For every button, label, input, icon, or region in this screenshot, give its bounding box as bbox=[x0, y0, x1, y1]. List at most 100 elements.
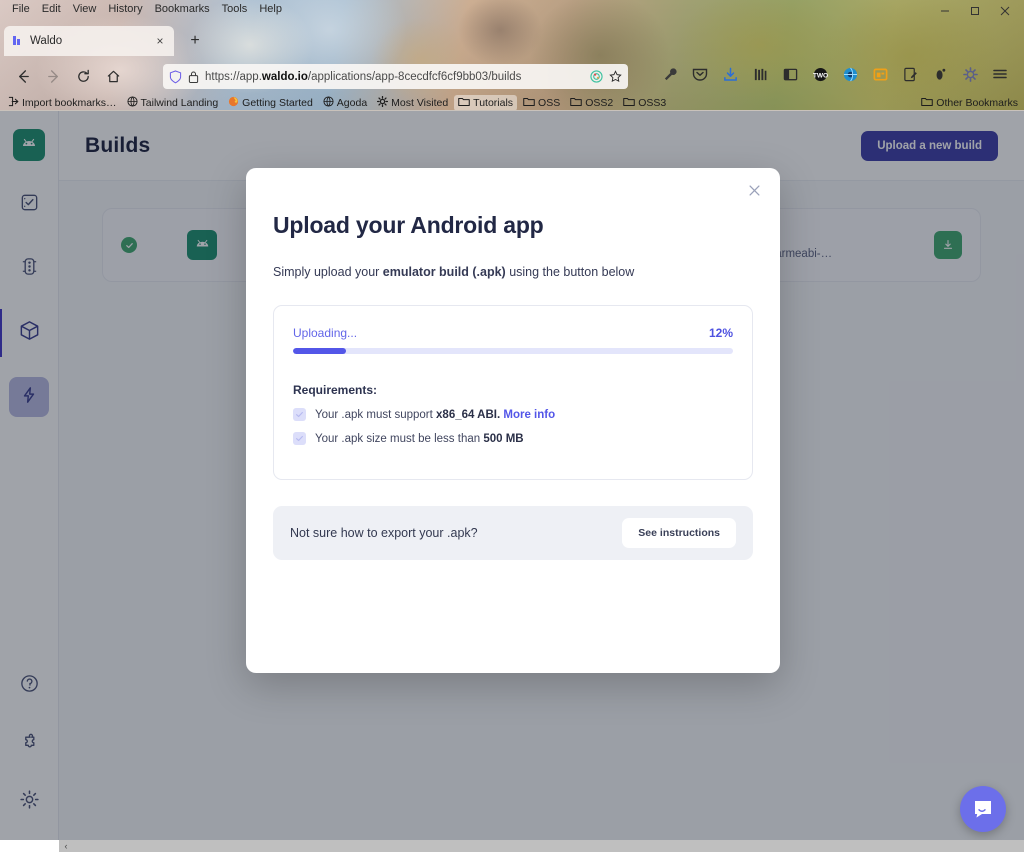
menu-help[interactable]: Help bbox=[253, 0, 288, 18]
bookmark-getting-started[interactable]: Getting Started bbox=[224, 95, 317, 111]
svg-text:TWO: TWO bbox=[813, 72, 828, 79]
new-tab-button[interactable]: + bbox=[186, 32, 204, 50]
modal-subtitle-bold: emulator build (.apk) bbox=[382, 265, 506, 279]
waldo-favicon-icon bbox=[10, 34, 24, 48]
menu-edit[interactable]: Edit bbox=[36, 0, 67, 18]
bookmark-tailwind-landing[interactable]: Tailwind Landing bbox=[123, 95, 223, 111]
bookmarks-bar: Import bookmarks… Tailwind Landing Getti… bbox=[0, 94, 1024, 110]
menu-file[interactable]: File bbox=[6, 0, 36, 18]
check-icon bbox=[293, 432, 306, 445]
requirement-item: Your .apk must support x86_64 ABI. More … bbox=[293, 408, 733, 421]
requirement-1-bold: 500 MB bbox=[483, 432, 524, 445]
lock-icon[interactable] bbox=[188, 70, 199, 84]
horizontal-scrollbar[interactable]: ‹ bbox=[59, 840, 1024, 852]
url-path: /applications/app-8cecdfcf6cf9bb03/build… bbox=[307, 70, 522, 83]
progress-bar-track bbox=[293, 348, 733, 354]
menu-history[interactable]: History bbox=[102, 0, 148, 18]
window-minimize-button[interactable] bbox=[930, 0, 960, 22]
bookmark-agoda-label: Agoda bbox=[336, 96, 368, 109]
bookmark-tutorials[interactable]: Tutorials bbox=[454, 94, 518, 110]
bookmark-oss[interactable]: OSS bbox=[519, 95, 564, 111]
sidebar-icon[interactable] bbox=[780, 62, 800, 86]
firefox-icon bbox=[228, 96, 239, 110]
requirement-item: Your .apk size must be less than 500 MB bbox=[293, 432, 733, 445]
menu-help-label: Help bbox=[259, 3, 282, 15]
browser-chrome: File Edit View History Bookmarks Tools H… bbox=[0, 0, 1024, 110]
folder-icon bbox=[458, 96, 470, 110]
browser-tab-close-icon[interactable]: × bbox=[152, 33, 168, 49]
url-text: https://app.waldo.io/applications/app-8c… bbox=[205, 71, 584, 83]
browser-navbar: https://app.waldo.io/applications/app-8c… bbox=[0, 60, 1024, 92]
menu-edit-label: Edit bbox=[41, 3, 61, 15]
export-help-panel: Not sure how to export your .apk? See in… bbox=[273, 506, 753, 560]
menu-history-label: History bbox=[108, 3, 143, 15]
more-info-link[interactable]: More info bbox=[503, 409, 555, 421]
gears-icon[interactable] bbox=[960, 62, 980, 86]
bookmark-oss3[interactable]: OSS3 bbox=[619, 95, 670, 111]
upload-panel: Uploading... 12% Requirements: Your .apk… bbox=[273, 305, 753, 480]
status-strip bbox=[0, 840, 59, 852]
progress-bar-fill bbox=[293, 348, 346, 354]
bookmark-import-label: Import bookmarks… bbox=[22, 96, 117, 109]
bookmark-most-visited[interactable]: Most Visited bbox=[373, 95, 452, 111]
requirement-0-pre: Your .apk must support bbox=[315, 408, 437, 421]
modal-title: Upload your Android app bbox=[273, 212, 544, 238]
see-instructions-button[interactable]: See instructions bbox=[622, 518, 736, 548]
modal-subtitle: Simply upload your emulator build (.apk)… bbox=[273, 265, 753, 279]
check-icon bbox=[293, 408, 306, 421]
browser-toolbar-icons: TWO bbox=[660, 62, 1010, 86]
hamburger-menu-icon[interactable] bbox=[990, 62, 1010, 86]
browser-tab[interactable]: Waldo × bbox=[4, 26, 174, 56]
close-icon[interactable] bbox=[744, 180, 764, 200]
folder-icon bbox=[523, 96, 535, 110]
globe-colored-icon[interactable] bbox=[840, 62, 860, 86]
bookmark-getting-started-label: Getting Started bbox=[242, 96, 313, 109]
bookmark-import[interactable]: Import bookmarks… bbox=[4, 95, 121, 111]
upload-percent-label: 12% bbox=[708, 326, 733, 340]
bookmark-oss2-label: OSS2 bbox=[585, 96, 614, 109]
menu-bookmarks[interactable]: Bookmarks bbox=[149, 0, 216, 18]
tracking-protection-icon[interactable] bbox=[590, 70, 603, 83]
upload-android-app-modal: Upload your Android app Simply upload yo… bbox=[246, 168, 780, 673]
bookmark-other-bookmarks[interactable]: Other Bookmarks bbox=[921, 96, 1018, 110]
upload-status-label: Uploading... bbox=[293, 326, 358, 340]
home-button[interactable] bbox=[98, 62, 128, 90]
bookmark-star-icon[interactable] bbox=[609, 70, 622, 83]
bookmark-tailwind-label: Tailwind Landing bbox=[140, 96, 219, 109]
two-badge-icon[interactable]: TWO bbox=[810, 62, 830, 86]
requirement-text: Your .apk must support x86_64 ABI. More … bbox=[315, 409, 555, 421]
globe-icon bbox=[323, 95, 334, 110]
browser-tab-title: Waldo bbox=[30, 35, 63, 47]
menu-view[interactable]: View bbox=[67, 0, 103, 18]
reload-button[interactable] bbox=[68, 62, 98, 90]
browser-menubar: File Edit View History Bookmarks Tools H… bbox=[0, 0, 1024, 18]
url-bar[interactable]: https://app.waldo.io/applications/app-8c… bbox=[163, 64, 628, 89]
library-icon[interactable] bbox=[750, 62, 770, 86]
intercom-launcher-button[interactable] bbox=[960, 786, 1006, 832]
bookmark-agoda[interactable]: Agoda bbox=[319, 95, 371, 111]
bookmark-oss-label: OSS bbox=[538, 96, 561, 109]
wrench-icon[interactable] bbox=[660, 62, 680, 86]
window-maximize-button[interactable] bbox=[960, 0, 990, 22]
pocket-icon[interactable] bbox=[690, 62, 710, 86]
notes-edit-icon[interactable] bbox=[900, 62, 920, 86]
downloads-icon[interactable] bbox=[720, 62, 740, 86]
menu-tools[interactable]: Tools bbox=[216, 0, 254, 18]
progress-header: Uploading... 12% bbox=[293, 326, 733, 340]
orange-window-icon[interactable] bbox=[870, 62, 890, 86]
forward-button[interactable] bbox=[38, 62, 68, 90]
shield-icon[interactable] bbox=[169, 69, 182, 84]
footprint-icon[interactable] bbox=[930, 62, 950, 86]
modal-subtitle-post: using the button below bbox=[505, 265, 635, 279]
back-button[interactable] bbox=[8, 62, 38, 90]
intercom-chat-icon bbox=[975, 801, 991, 818]
folder-icon bbox=[623, 96, 636, 110]
scroll-left-arrow-icon[interactable]: ‹ bbox=[59, 841, 73, 851]
bookmark-most-visited-label: Most Visited bbox=[391, 96, 449, 109]
window-close-button[interactable] bbox=[990, 0, 1020, 22]
other-bookmarks-label: Other Bookmarks bbox=[936, 96, 1018, 109]
bookmark-oss2[interactable]: OSS2 bbox=[566, 95, 617, 111]
globe-icon bbox=[126, 95, 138, 110]
gear-icon bbox=[377, 95, 389, 110]
menu-bookmarks-label: Bookmarks bbox=[154, 3, 210, 15]
